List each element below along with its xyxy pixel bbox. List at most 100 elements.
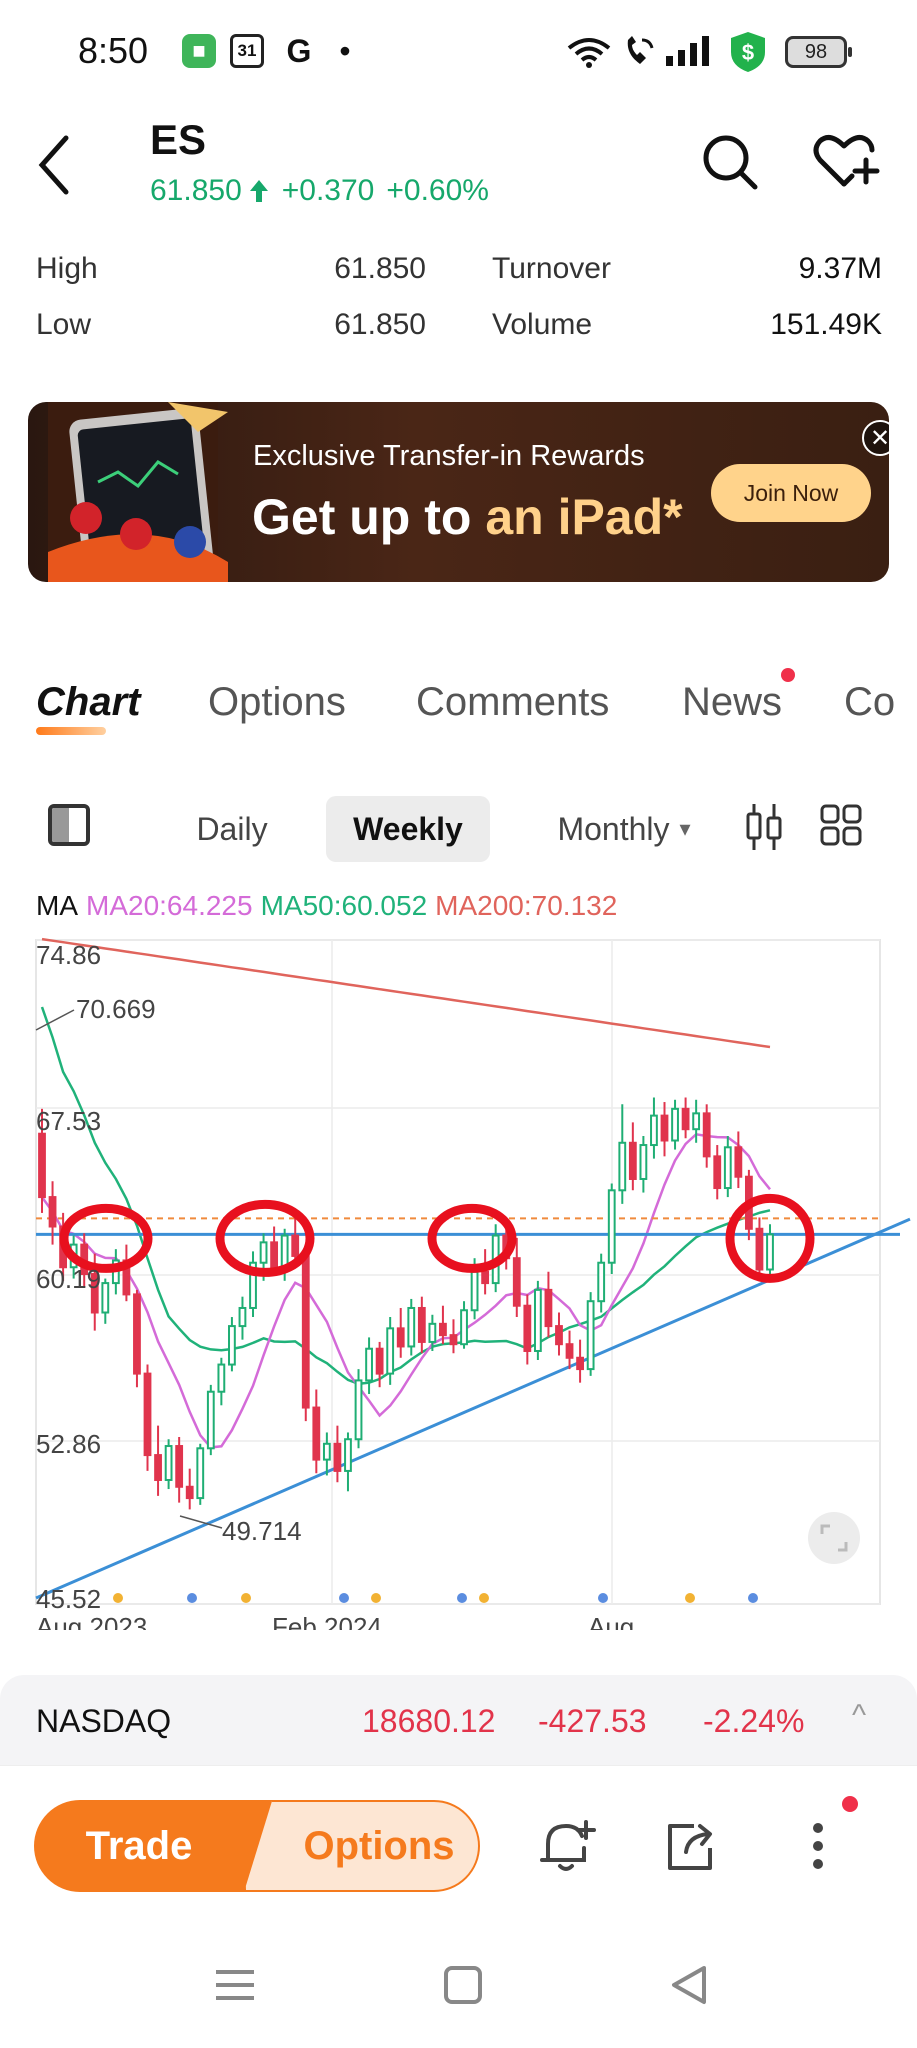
tab-news[interactable]: News (682, 680, 782, 725)
ticker-price: 18680.12 (362, 1703, 496, 1739)
candle-body (386, 1327, 395, 1375)
candle-body (333, 1442, 342, 1472)
candle-body (544, 1288, 553, 1328)
security-shield-icon: $ (731, 32, 765, 72)
candle-body (322, 1442, 331, 1461)
event-marker (339, 1593, 349, 1603)
ticker-change: -427.53 (538, 1703, 647, 1739)
ma20-value: MA20:64.225 (86, 890, 253, 921)
period-monthly-label: Monthly (557, 810, 670, 847)
signal-icon (666, 36, 709, 66)
ma-label: MA (36, 890, 78, 921)
candle-body (407, 1306, 416, 1348)
price-alert-icon[interactable] (534, 1814, 598, 1878)
high-value: 61.850 (334, 252, 426, 285)
candle-body (671, 1107, 679, 1142)
promo-banner[interactable]: Exclusive Transfer-in Rewards Get up to … (28, 402, 889, 582)
event-marker (187, 1593, 197, 1603)
quote-line: 61.850 +0.370 +0.60% (150, 174, 489, 208)
home-icon[interactable] (438, 1960, 488, 2010)
y-axis-label: 60.19 (36, 1264, 101, 1294)
recent-apps-icon[interactable] (210, 1960, 260, 2010)
event-marker (457, 1593, 467, 1603)
candle-body (428, 1322, 437, 1343)
candle-body (280, 1234, 289, 1269)
candle-body (681, 1107, 690, 1131)
join-now-button[interactable]: Join Now (711, 464, 871, 522)
promo-headline-a: Get up to (252, 489, 472, 545)
candle-body (164, 1445, 173, 1481)
system-nav-bar (0, 1930, 917, 2048)
event-marker (479, 1593, 489, 1603)
y-axis-label: 45.52 (36, 1584, 101, 1614)
quote-stats: High 61.850 Turnover 9.37M Low 61.850 Vo… (36, 252, 882, 364)
annotation-low: 49.714 (222, 1516, 302, 1546)
promo-tablet-image (48, 402, 228, 582)
options-button[interactable]: Options (244, 1800, 480, 1892)
chevron-down-icon: ▾ (679, 816, 691, 841)
promo-subtitle: Exclusive Transfer-in Rewards (253, 440, 645, 472)
y-axis-label: 52.86 (36, 1429, 101, 1459)
calendar-icon: 31 (230, 34, 264, 68)
volume-value: 151.49K (770, 308, 882, 341)
chart-annotations (59, 1193, 815, 1603)
candle-body (755, 1227, 764, 1271)
candlestick-type-icon[interactable] (744, 802, 784, 852)
chart-layout-icon[interactable] (48, 804, 90, 846)
symbol-title: ES (150, 116, 207, 163)
ticker-name: NASDAQ (36, 1703, 172, 1739)
close-banner-button[interactable]: ✕ (862, 420, 889, 456)
candle-body (396, 1327, 405, 1348)
trade-button[interactable]: Trade (34, 1800, 274, 1892)
back-button[interactable] (34, 132, 74, 198)
stats-row-low: Low 61.850 Volume 151.49K (36, 308, 882, 364)
candle-body (238, 1306, 247, 1328)
search-button[interactable] (700, 132, 760, 192)
index-ticker[interactable]: NASDAQ 18680.12 -427.53 -2.24% ^ (0, 1675, 917, 1765)
chevron-up-icon[interactable]: ^ (852, 1699, 866, 1733)
event-marker (371, 1593, 381, 1603)
candle-body (175, 1445, 184, 1488)
annotation-leader (35, 1009, 75, 1031)
volume-label: Volume (492, 308, 593, 341)
candle-body (206, 1390, 215, 1450)
tab-comments[interactable]: Comments (416, 680, 609, 725)
highlight-circle (59, 1203, 153, 1273)
back-nav-icon[interactable] (664, 1960, 714, 2010)
period-weekly[interactable]: Weekly (326, 796, 490, 862)
candle-body (270, 1241, 279, 1269)
candle-body (449, 1334, 458, 1346)
indicators-grid-icon[interactable] (820, 804, 862, 846)
ma-legend[interactable]: MA MA20:64.225 MA50:60.052 MA200:70.132 (36, 890, 617, 922)
tab-options[interactable]: Options (208, 680, 346, 725)
candle-body (481, 1270, 490, 1285)
candle-body (48, 1196, 57, 1228)
candle-body (512, 1257, 521, 1307)
tab-chart[interactable]: Chart (36, 680, 140, 735)
app-notification-icon: ■ (182, 34, 216, 68)
tab-more[interactable]: Co (844, 680, 895, 725)
candle-body (650, 1114, 658, 1147)
status-bar: 8:50 ■ 31 G • $ 98 (0, 0, 917, 104)
share-icon[interactable] (658, 1814, 722, 1878)
period-monthly[interactable]: Monthly ▾ (534, 796, 714, 862)
candle-body (460, 1309, 468, 1346)
price-chart[interactable]: 74.86 67.53 60.19 52.86 45.52Aug 2023 Feb 202… (0, 930, 917, 1630)
candle-body (639, 1144, 648, 1180)
news-unread-dot (781, 668, 795, 682)
candle-body (417, 1306, 426, 1343)
candle-body (597, 1261, 606, 1303)
event-marker (113, 1593, 123, 1603)
add-watchlist-button[interactable] (812, 132, 880, 192)
more-unread-dot (842, 1796, 858, 1812)
x-axis-label: Aug (588, 1612, 634, 1630)
turnover-value: 9.37M (798, 252, 882, 285)
fullscreen-icon[interactable] (808, 1512, 860, 1564)
candle-body (196, 1447, 205, 1500)
arrow-up-icon (249, 180, 268, 202)
period-daily[interactable]: Daily (172, 796, 292, 862)
candle-body (301, 1254, 310, 1409)
candle-body (723, 1146, 732, 1190)
candle-body (555, 1325, 563, 1346)
more-options-icon[interactable] (786, 1814, 850, 1878)
